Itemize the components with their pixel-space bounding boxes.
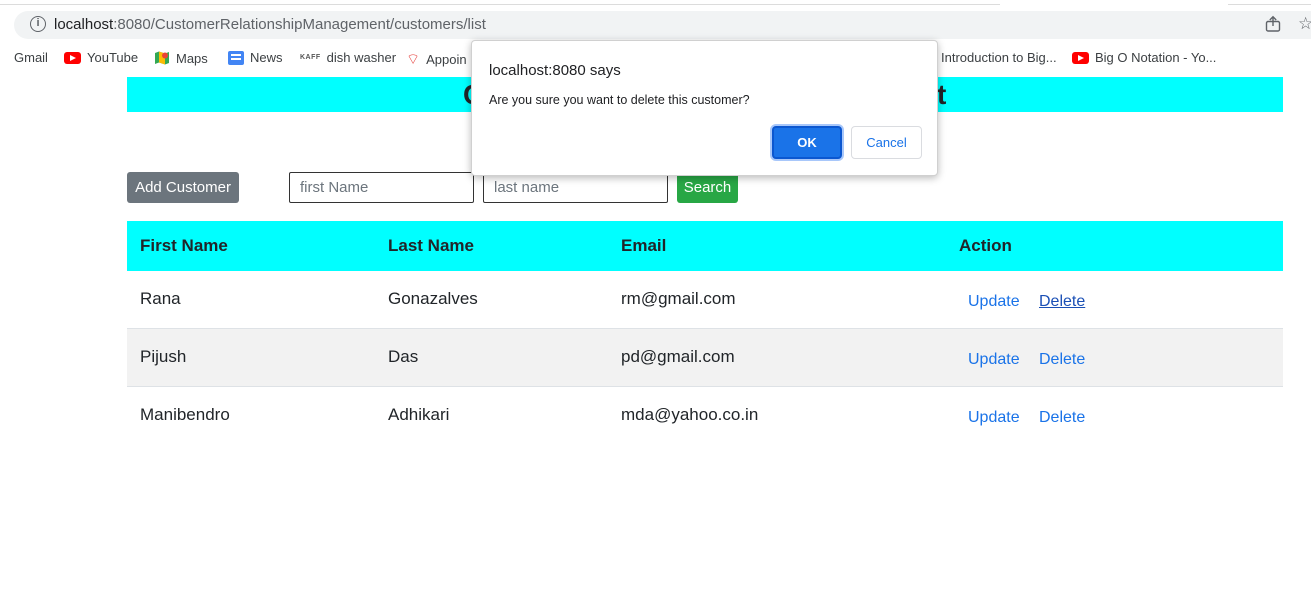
tab-strip-line-right xyxy=(1228,4,1311,5)
delete-link[interactable]: Delete xyxy=(1039,351,1085,369)
bookmark-big-o[interactable]: Big O Notation - Yo... xyxy=(1072,50,1216,65)
add-customer-button[interactable]: Add Customer xyxy=(127,172,239,203)
bookmark-news[interactable]: News xyxy=(228,50,283,65)
table-row: Pijush Das pd@gmail.com Update Delete xyxy=(127,329,1283,387)
ok-button[interactable]: OK xyxy=(772,126,842,159)
news-icon xyxy=(228,50,244,65)
cell-last-name: Adhikari xyxy=(388,405,450,424)
bookmark-label: Gmail xyxy=(14,50,48,65)
tab-strip xyxy=(0,0,1311,8)
customer-table: First Name Last Name Email Action Rana G… xyxy=(127,221,1283,445)
bookmark-label: News xyxy=(250,50,283,65)
header-action: Action xyxy=(959,236,1012,255)
youtube-icon xyxy=(1072,51,1089,64)
update-link[interactable]: Update xyxy=(968,351,1020,369)
header-last-name: Last Name xyxy=(388,236,474,255)
cancel-button[interactable]: Cancel xyxy=(851,126,922,159)
cell-first-name: Rana xyxy=(140,289,181,308)
table-row: Rana Gonazalves rm@gmail.com Update Dele… xyxy=(127,271,1283,329)
bookmark-dish-washer[interactable]: KAFF dish washer xyxy=(300,50,396,65)
bookmark-big-intro[interactable]: Introduction to Big... xyxy=(941,50,1057,65)
bookmark-appointment[interactable]: ⌔ Appoin xyxy=(406,50,467,69)
update-link[interactable]: Update xyxy=(968,293,1020,311)
bookmark-label: Big O Notation - Yo... xyxy=(1095,50,1217,65)
header-email: Email xyxy=(621,236,667,255)
bookmark-gmail[interactable]: Gmail xyxy=(14,50,48,65)
bookmark-label: YouTube xyxy=(87,50,139,65)
bookmark-youtube[interactable]: YouTube xyxy=(64,50,138,65)
bookmark-label: dish washer xyxy=(326,50,397,65)
table-header: First Name Last Name Email Action xyxy=(127,221,1283,271)
url-path: :8080/CustomerRelationshipManagement/cus… xyxy=(113,16,486,33)
first-name-input[interactable] xyxy=(289,172,474,203)
bookmark-label: Maps xyxy=(176,50,208,66)
wifi-icon: ⌔ xyxy=(406,51,421,68)
cell-first-name: Manibendro xyxy=(140,405,230,424)
last-name-input[interactable] xyxy=(483,172,668,203)
page-title-right: t xyxy=(937,79,947,110)
bookmark-maps[interactable]: Maps xyxy=(154,50,208,66)
share-icon[interactable] xyxy=(1264,15,1282,33)
cell-email: rm@gmail.com xyxy=(621,289,736,308)
cell-email: pd@gmail.com xyxy=(621,347,735,366)
confirm-dialog: localhost:8080 says Are you sure you wan… xyxy=(471,40,938,176)
dialog-message: Are you sure you want to delete this cus… xyxy=(489,93,750,107)
delete-link[interactable]: Delete xyxy=(1039,409,1085,427)
site-info-icon[interactable]: i xyxy=(30,16,46,32)
cell-last-name: Gonazalves xyxy=(388,289,478,308)
cell-last-name: Das xyxy=(388,347,419,366)
delete-link[interactable]: Delete xyxy=(1039,293,1085,311)
url-host: localhost xyxy=(54,16,114,33)
bookmark-label: Introduction to Big... xyxy=(941,50,1057,65)
url-text[interactable]: localhost:8080/CustomerRelationshipManag… xyxy=(54,16,486,33)
kaff-icon: KAFF xyxy=(300,54,321,61)
cell-email: mda@yahoo.co.in xyxy=(621,405,759,424)
cell-first-name: Pijush xyxy=(140,347,187,366)
maps-icon xyxy=(155,51,169,65)
youtube-icon xyxy=(64,51,81,64)
search-button[interactable]: Search xyxy=(677,173,738,203)
bookmark-label: Appoin xyxy=(426,52,467,67)
table-row: Manibendro Adhikari mda@yahoo.co.in Upda… xyxy=(127,387,1283,445)
bookmark-star-icon[interactable]: ☆ xyxy=(1298,14,1311,34)
address-bar[interactable]: i localhost:8080/CustomerRelationshipMan… xyxy=(14,11,1311,39)
dialog-title: localhost:8080 says xyxy=(489,62,621,79)
update-link[interactable]: Update xyxy=(968,409,1020,427)
header-first-name: First Name xyxy=(140,236,228,255)
tab-strip-line xyxy=(0,4,1000,5)
